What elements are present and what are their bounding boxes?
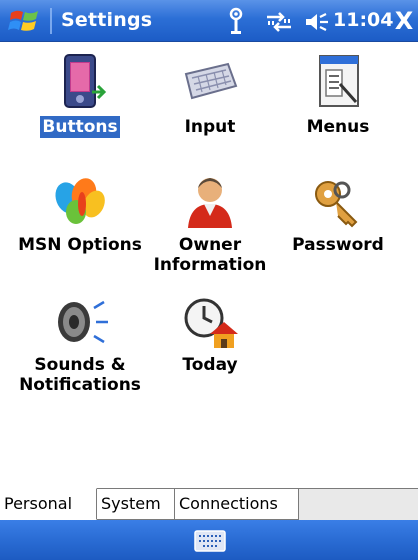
settings-item-today[interactable]: Today [140,294,280,376]
windows-start-icon[interactable] [8,5,42,37]
settings-item-owner-information[interactable]: Owner Information [140,174,280,276]
today-clock-house-icon [184,298,238,348]
buttons-icon [64,54,107,108]
connectivity-icon[interactable] [265,11,293,33]
window-title: Settings [61,9,153,31]
settings-item-label: Buttons [40,116,120,138]
settings-item-input[interactable]: Input [140,52,280,138]
settings-item-label: Menus [306,117,370,137]
tab-connections[interactable]: Connections [175,488,299,520]
soft-key-bar [0,520,418,560]
settings-item-password[interactable]: Password [268,174,408,256]
speaker-icon [58,300,108,344]
tab-bar: Personal System Connections [0,488,418,520]
keyboard-icon[interactable] [194,530,226,552]
keyboard-icon [184,62,238,100]
settings-item-msn-options[interactable]: MSN Options [10,174,150,256]
settings-item-menus[interactable]: Menus [268,52,408,138]
settings-item-label: Input [184,117,236,137]
tab-system[interactable]: System [97,488,175,520]
msn-butterfly-icon [55,178,105,224]
settings-item-sounds-notifications[interactable]: Sounds & Notifications [10,294,150,396]
owner-person-icon [188,178,232,228]
keys-icon [315,181,358,228]
antenna-icon[interactable] [226,7,246,35]
clock[interactable]: 11:04 [333,9,393,31]
settings-item-label: Password [292,235,384,255]
settings-item-label: MSN Options [18,235,142,255]
settings-item-buttons[interactable]: Buttons [10,52,150,138]
tab-personal[interactable]: Personal [0,488,97,520]
volume-icon[interactable] [303,10,331,34]
close-button[interactable]: X [393,6,415,36]
title-bar: Settings 11:04 X [0,0,418,42]
settings-item-label: Information [153,255,267,275]
menus-icon [319,55,359,107]
settings-item-label: Today [182,355,238,375]
settings-item-label: Notifications [19,375,141,395]
title-separator [50,8,52,34]
